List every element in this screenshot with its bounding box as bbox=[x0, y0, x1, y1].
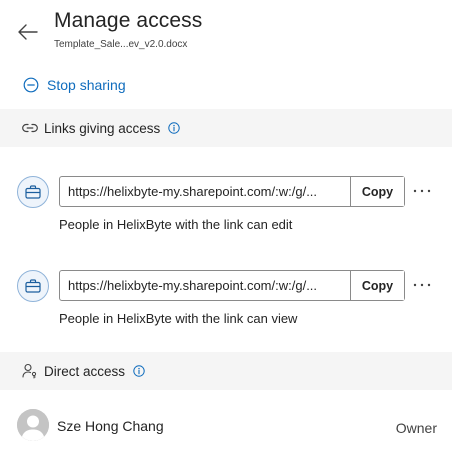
briefcase-icon bbox=[25, 185, 41, 199]
page-title: Manage access bbox=[54, 9, 203, 32]
info-icon[interactable] bbox=[168, 122, 181, 134]
more-horizontal-icon bbox=[413, 283, 431, 287]
minus-circle-icon bbox=[23, 77, 39, 93]
link-icon bbox=[22, 123, 38, 133]
links-section-header: Links giving access bbox=[0, 109, 452, 147]
user-name: Sze Hong Chang bbox=[57, 418, 164, 434]
back-button[interactable] bbox=[14, 18, 42, 46]
copy-link-button[interactable]: Copy bbox=[350, 271, 404, 300]
avatar-placeholder-icon bbox=[17, 409, 49, 441]
link-permission-description: People in HelixByte with the link can ed… bbox=[59, 217, 293, 232]
copy-link-button[interactable]: Copy bbox=[350, 177, 404, 206]
manage-access-panel: Manage access Template_Sale...ev_v2.0.do… bbox=[0, 0, 452, 467]
link-field: Copy bbox=[59, 176, 405, 207]
link-permission-description: People in HelixByte with the link can vi… bbox=[59, 311, 298, 326]
links-section-title: Links giving access bbox=[44, 120, 161, 136]
direct-access-section-header: Direct access bbox=[0, 352, 452, 390]
link-field: Copy bbox=[59, 270, 405, 301]
link-type-badge bbox=[17, 176, 49, 208]
user-role: Owner bbox=[395, 420, 437, 436]
stop-sharing-button[interactable]: Stop sharing bbox=[23, 77, 126, 93]
direct-access-user-row[interactable]: Sze Hong Chang Owner bbox=[0, 405, 452, 447]
link-item: Copy People in HelixByte with the link c… bbox=[0, 176, 452, 256]
info-icon[interactable] bbox=[133, 365, 145, 377]
link-item: Copy People in HelixByte with the link c… bbox=[0, 270, 452, 350]
person-key-icon bbox=[22, 363, 37, 379]
avatar bbox=[17, 409, 49, 441]
more-options-button[interactable] bbox=[410, 182, 434, 200]
arrow-left-icon bbox=[18, 24, 38, 40]
more-horizontal-icon bbox=[413, 189, 431, 193]
file-name: Template_Sale...ev_v2.0.docx bbox=[54, 39, 188, 50]
direct-access-title: Direct access bbox=[44, 363, 126, 379]
link-url-input[interactable] bbox=[60, 271, 350, 300]
link-type-badge bbox=[17, 270, 49, 302]
link-url-input[interactable] bbox=[60, 177, 350, 206]
briefcase-icon bbox=[25, 279, 41, 293]
more-options-button[interactable] bbox=[410, 276, 434, 294]
stop-sharing-label: Stop sharing bbox=[47, 77, 126, 93]
